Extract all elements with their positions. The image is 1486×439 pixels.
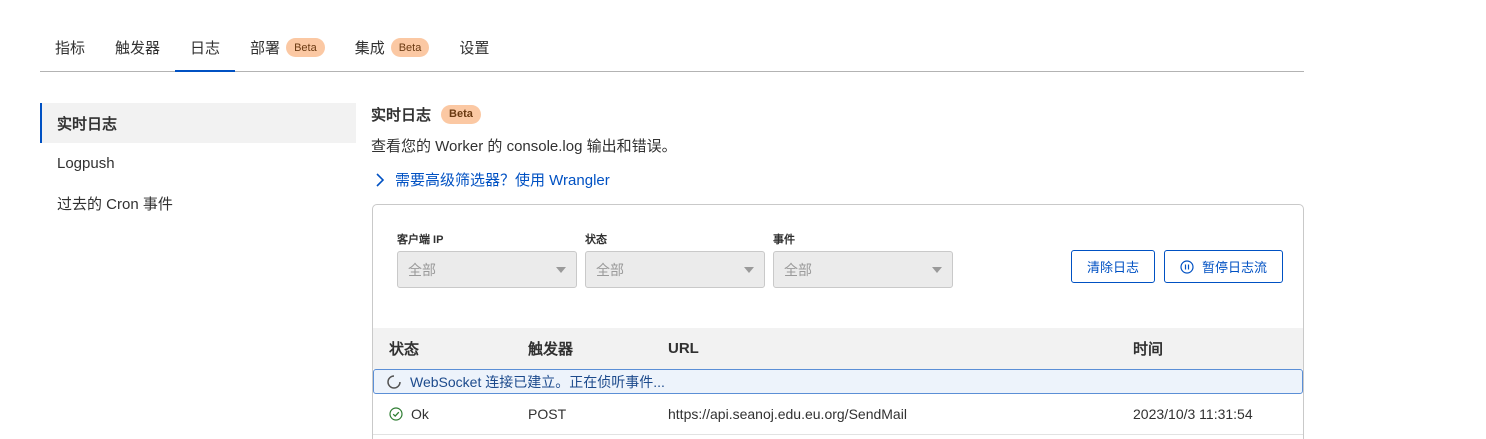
status-text: Ok	[411, 406, 429, 422]
tab-triggers[interactable]: 触发器	[100, 24, 175, 71]
pause-icon	[1180, 259, 1194, 274]
row-divider	[373, 434, 1303, 435]
chevron-right-icon	[376, 172, 385, 187]
tab-label: 部署	[250, 40, 281, 57]
section-heading: 实时日志 Beta	[371, 102, 1304, 126]
section-description: 查看您的 Worker 的 console.log 输出和错误。	[371, 138, 677, 155]
beta-badge: Beta	[441, 104, 481, 124]
client-ip-filter: 客户端 IP 全部	[397, 231, 577, 288]
tab-integrations[interactable]: 集成 Beta	[340, 24, 445, 71]
table-row[interactable]: Ok POST https://api.seanoj.edu.eu.org/Se…	[373, 399, 1303, 429]
select-value: 全部	[784, 261, 812, 278]
tab-label: 指标	[55, 40, 86, 57]
side-item-label: 过去的 Cron 事件	[57, 195, 173, 213]
tab-label: 集成	[354, 40, 385, 57]
event-select[interactable]: 全部	[773, 251, 953, 288]
time-cell: 2023/10/3 11:31:54	[1133, 406, 1253, 422]
side-nav: 实时日志 Logpush 过去的 Cron 事件	[40, 103, 356, 223]
wrangler-link[interactable]: 需要高级筛选器？使用 Wrangler	[371, 169, 1304, 190]
column-header-time: 时间	[1133, 341, 1164, 358]
button-label: 清除日志	[1086, 260, 1139, 275]
filter-label: 客户端 IP	[397, 234, 444, 246]
event-filter: 事件 全部	[773, 231, 953, 288]
status-filter: 状态 全部	[585, 231, 765, 288]
side-item-cron-events[interactable]: 过去的 Cron 事件	[40, 183, 356, 223]
spinner-icon	[387, 374, 401, 389]
tab-label: 设置	[459, 40, 490, 57]
trigger-cell: POST	[528, 406, 567, 422]
caret-down-icon	[932, 266, 942, 273]
tab-logs[interactable]: 日志	[175, 24, 236, 72]
beta-badge: Beta	[390, 38, 430, 57]
filter-label: 事件	[773, 234, 795, 246]
table-header: 状态 触发器 URL 时间	[373, 328, 1303, 369]
filter-bar: 客户端 IP 全部 状态 全部 事件 全部	[397, 231, 953, 288]
wrangler-link-label: 需要高级筛选器？使用 Wrangler	[395, 172, 610, 189]
side-item-label: Logpush	[57, 154, 115, 172]
status-select[interactable]: 全部	[585, 251, 765, 288]
tab-settings[interactable]: 设置	[444, 24, 504, 71]
column-header-status: 状态	[389, 341, 420, 358]
clear-logs-button[interactable]: 清除日志	[1070, 250, 1155, 283]
column-header-url: URL	[668, 340, 699, 357]
side-item-label: 实时日志	[57, 115, 118, 133]
tab-metrics[interactable]: 指标	[40, 24, 100, 71]
pause-stream-button[interactable]: 暂停日志流	[1163, 250, 1283, 283]
action-buttons: 清除日志 暂停日志流	[1070, 250, 1283, 283]
filter-label: 状态	[585, 234, 607, 246]
tab-deployments[interactable]: 部署 Beta	[235, 24, 340, 71]
beta-badge: Beta	[286, 38, 325, 57]
side-item-logpush[interactable]: Logpush	[40, 143, 356, 183]
url-cell: https://api.seanoj.edu.eu.org/SendMail	[668, 406, 907, 422]
log-panel: 客户端 IP 全部 状态 全部 事件 全部 清除日志 暂停日志流 状态 触发器 …	[372, 204, 1304, 439]
caret-down-icon	[556, 266, 566, 273]
status-cell: Ok	[389, 399, 429, 429]
main-section: 实时日志 Beta 查看您的 Worker 的 console.log 输出和错…	[371, 102, 1304, 190]
side-item-realtime-logs[interactable]: 实时日志	[40, 103, 356, 143]
client-ip-select[interactable]: 全部	[397, 251, 577, 288]
tab-label: 日志	[190, 40, 221, 57]
check-circle-icon	[389, 407, 403, 421]
select-value: 全部	[596, 261, 624, 278]
select-value: 全部	[408, 261, 436, 278]
caret-down-icon	[744, 266, 754, 273]
tab-bar: 指标 触发器 日志 部署 Beta 集成 Beta 设置	[40, 24, 1304, 72]
websocket-status-banner: WebSocket 连接已建立。正在侦听事件...	[373, 369, 1303, 394]
tab-label: 触发器	[115, 40, 161, 57]
websocket-message: WebSocket 连接已建立。正在侦听事件...	[410, 373, 665, 390]
button-label: 暂停日志流	[1201, 260, 1267, 275]
column-header-trigger: 触发器	[528, 341, 574, 358]
section-title: 实时日志	[371, 106, 432, 124]
